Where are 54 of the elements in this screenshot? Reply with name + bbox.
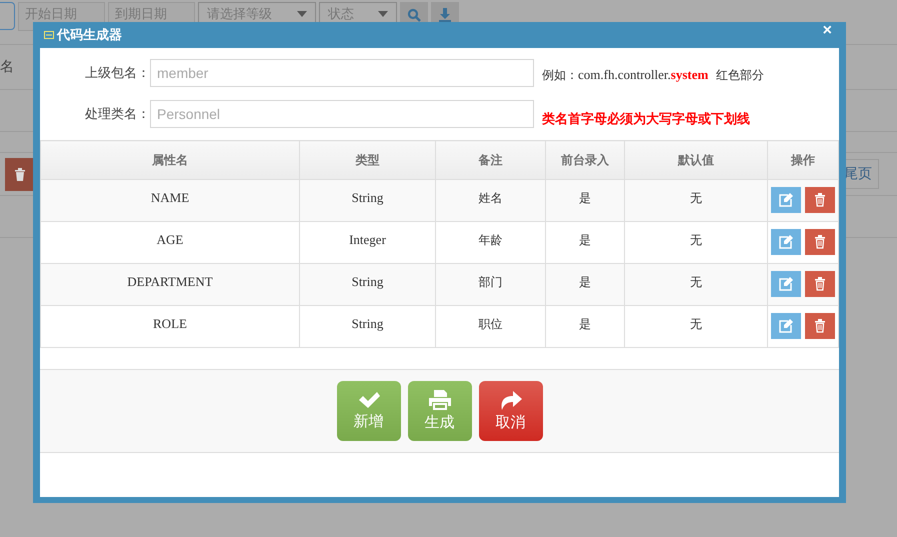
- table-cell: NAME: [40, 180, 300, 222]
- table-cell: String: [300, 264, 436, 306]
- edit-button[interactable]: [771, 271, 801, 297]
- printer-icon: [428, 390, 450, 410]
- table-cell: 是: [546, 180, 624, 222]
- caret-icon: [297, 11, 307, 17]
- search-field[interactable]: [0, 2, 15, 30]
- column-header: 备注: [436, 140, 546, 180]
- edit-icon: [779, 319, 793, 333]
- delete-button[interactable]: [805, 271, 835, 297]
- column-header: 类型: [300, 140, 436, 180]
- delete-button[interactable]: [5, 158, 35, 190]
- field-label: 上级包名：: [84, 65, 150, 82]
- column-header: 默认值: [624, 140, 768, 180]
- class-name-hint: 类名首字母必须为大写字母或下划线: [542, 110, 750, 128]
- delete-button[interactable]: [805, 229, 835, 255]
- input-field[interactable]: member: [150, 59, 534, 87]
- search-icon: [407, 8, 421, 22]
- column-header: 前台录入: [546, 140, 624, 180]
- package-hint: 例如：com.fh.controller.system 红色部分: [542, 66, 764, 84]
- edit-button[interactable]: [771, 187, 801, 213]
- edit-icon: [779, 277, 793, 291]
- delete-button[interactable]: [805, 187, 835, 213]
- print-button[interactable]: 生成: [408, 380, 472, 440]
- delete-button[interactable]: [805, 313, 835, 339]
- edit-button[interactable]: [771, 313, 801, 339]
- check-icon: [358, 390, 380, 408]
- table-cell: 无: [624, 180, 768, 222]
- download-icon: [438, 8, 452, 22]
- trash-icon: [814, 235, 826, 249]
- confirm-button[interactable]: 新增: [336, 380, 400, 440]
- edit-icon: [779, 235, 793, 249]
- window-icon: [44, 31, 54, 39]
- column-header: 名: [0, 58, 14, 76]
- share-arrow-icon: [498, 390, 522, 410]
- input-field[interactable]: Personnel: [150, 100, 534, 128]
- trash-icon: [14, 168, 26, 180]
- table-cell: 部门: [436, 264, 546, 306]
- table-cell: 姓名: [436, 180, 546, 222]
- cancel-button[interactable]: 取消: [478, 380, 542, 440]
- table-cell: 是: [546, 264, 624, 306]
- caret-icon: [378, 11, 388, 17]
- field-label: 处理类名：: [84, 106, 150, 123]
- table-cell: 无: [624, 264, 768, 306]
- trash-icon: [814, 277, 826, 291]
- trash-icon: [814, 319, 826, 333]
- table-cell: String: [300, 180, 436, 222]
- column-header: 操作: [768, 140, 838, 180]
- trash-icon: [814, 193, 826, 207]
- edit-icon: [779, 193, 793, 207]
- column-header: 属性名: [40, 140, 300, 180]
- table-cell: DEPARTMENT: [40, 264, 300, 306]
- edit-button[interactable]: [771, 229, 801, 255]
- close-button[interactable]: ×: [822, 23, 832, 39]
